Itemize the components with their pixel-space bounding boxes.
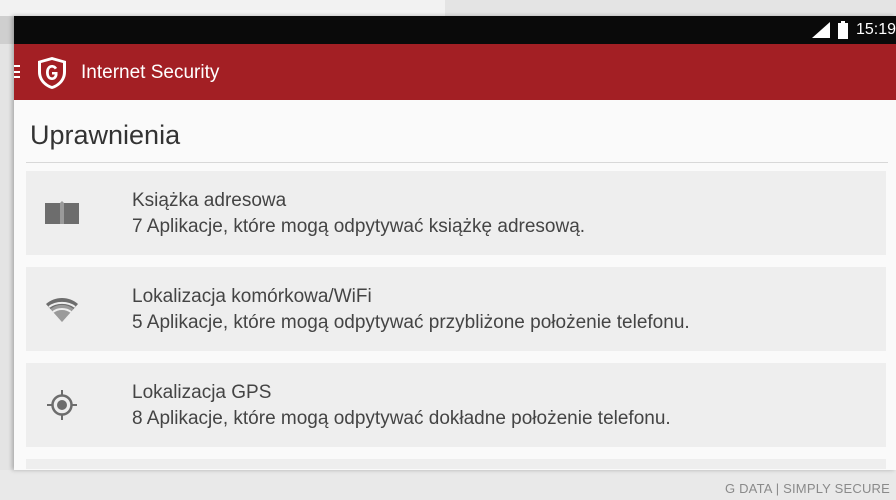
permission-title: Lokalizacja komórkowa/WiFi (132, 286, 372, 307)
footer-brand-text: G DATA | SIMPLY SECURE (724, 481, 890, 496)
background-window-top (0, 0, 445, 16)
book-icon (44, 198, 80, 228)
permissions-list: Książka adresowa 7 Aplikacje, które mogą… (26, 171, 886, 469)
permission-title: Lokalizacja GPS (132, 382, 272, 403)
gps-icon (44, 390, 80, 420)
permission-card-cell-wifi-location[interactable]: Lokalizacja komórkowa/WiFi 5 Aplikacje, … (26, 267, 886, 351)
app-bar: Internet Security (14, 44, 896, 100)
main-content: Uprawnienia Książka adresowa 7 Aplikacje… (14, 120, 896, 469)
permission-description: 7 Aplikacje, które mogą odpytywać książk… (132, 216, 586, 237)
gdata-shield-logo-icon (38, 57, 66, 89)
permission-description: 8 Aplikacje, które mogą odpytywać dokład… (132, 408, 671, 429)
permission-title: Książka adresowa (132, 190, 287, 211)
menu-icon[interactable] (14, 65, 20, 78)
status-time: 15:19 (855, 21, 896, 38)
title-divider (26, 162, 888, 163)
permission-card-gps-location[interactable]: Lokalizacja GPS 8 Aplikacje, które mogą … (26, 363, 886, 447)
permission-card-partial (26, 459, 886, 469)
signal-icon (811, 22, 830, 38)
permission-card-address-book[interactable]: Książka adresowa 7 Aplikacje, które mogą… (26, 171, 886, 255)
permission-description: 5 Aplikacje, które mogą odpytywać przybl… (132, 312, 690, 333)
app-title: Internet Security (81, 62, 220, 83)
battery-icon (837, 21, 848, 39)
phone-screen: 15:19 Internet Security Uprawnienia Ksią… (14, 16, 896, 470)
page-title: Uprawnienia (30, 120, 181, 150)
wifi-icon (44, 294, 80, 324)
status-bar: 15:19 (14, 16, 896, 44)
background-footer: G DATA | SIMPLY SECURE (0, 470, 896, 500)
